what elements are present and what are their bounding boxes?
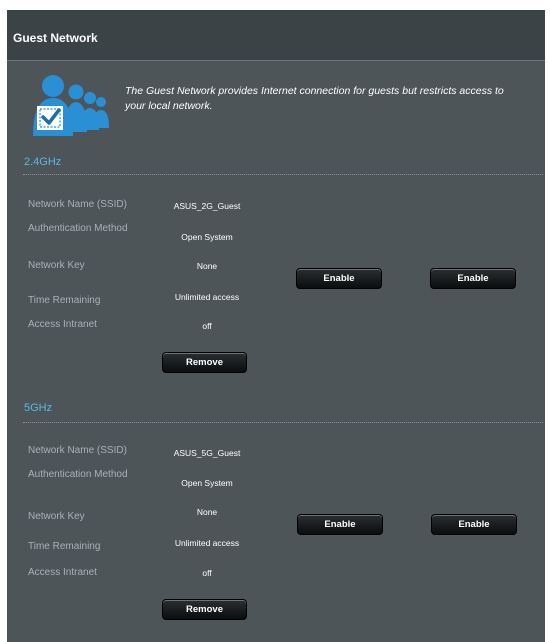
access-intranet-label-2g: Access Intranet bbox=[28, 319, 97, 330]
access-intranet-label-5g: Access Intranet bbox=[28, 567, 97, 578]
ssid-label-2g: Network Name (SSID) bbox=[28, 199, 127, 210]
title-divider bbox=[7, 60, 545, 61]
access-intranet-value-2g: off bbox=[202, 321, 212, 331]
auth-method-label-5g: Authentication Method bbox=[28, 469, 128, 480]
remove-button-5g[interactable]: Remove bbox=[162, 599, 247, 620]
band-label-5g: 5GHz bbox=[24, 402, 53, 414]
ssid-value-5g: ASUS_5G_Guest bbox=[173, 448, 241, 458]
network-key-value-5g: None bbox=[196, 507, 218, 517]
guest-users-checkbox-icon bbox=[33, 75, 109, 136]
time-remaining-value-2g: Unlimited access bbox=[174, 292, 240, 302]
band-divider-5g bbox=[23, 422, 543, 423]
band-divider-2g bbox=[23, 174, 543, 175]
network-key-value-2g: None bbox=[196, 261, 218, 271]
enable-button-2g-2[interactable]: Enable bbox=[430, 268, 516, 289]
access-intranet-value-5g: off bbox=[202, 568, 212, 578]
ssid-label-5g: Network Name (SSID) bbox=[28, 445, 127, 456]
enable-button-2g-1[interactable]: Enable bbox=[296, 268, 382, 289]
enable-button-5g-2[interactable]: Enable bbox=[431, 514, 517, 535]
page-title: Guest Network bbox=[13, 31, 98, 45]
enable-button-5g-1[interactable]: Enable bbox=[297, 514, 383, 535]
guest-network-description: The Guest Network provides Internet conn… bbox=[125, 85, 504, 112]
auth-method-value-5g: Open System bbox=[181, 478, 233, 488]
network-key-label-5g: Network Key bbox=[28, 511, 85, 522]
title-bar: Guest Network bbox=[7, 10, 545, 60]
guest-network-panel: Guest Network The Guest Network provides… bbox=[7, 10, 545, 642]
time-remaining-label-5g: Time Remaining bbox=[28, 541, 101, 552]
time-remaining-label-2g: Time Remaining bbox=[28, 295, 101, 306]
ssid-value-2g: ASUS_2G_Guest bbox=[173, 201, 241, 211]
time-remaining-value-5g: Unlimited access bbox=[174, 538, 240, 548]
network-key-label-2g: Network Key bbox=[28, 260, 85, 271]
auth-method-label-2g: Authentication Method bbox=[28, 223, 128, 234]
auth-method-value-2g: Open System bbox=[181, 232, 233, 242]
remove-button-2g[interactable]: Remove bbox=[162, 352, 247, 373]
band-label-2g: 2.4GHz bbox=[24, 156, 62, 168]
